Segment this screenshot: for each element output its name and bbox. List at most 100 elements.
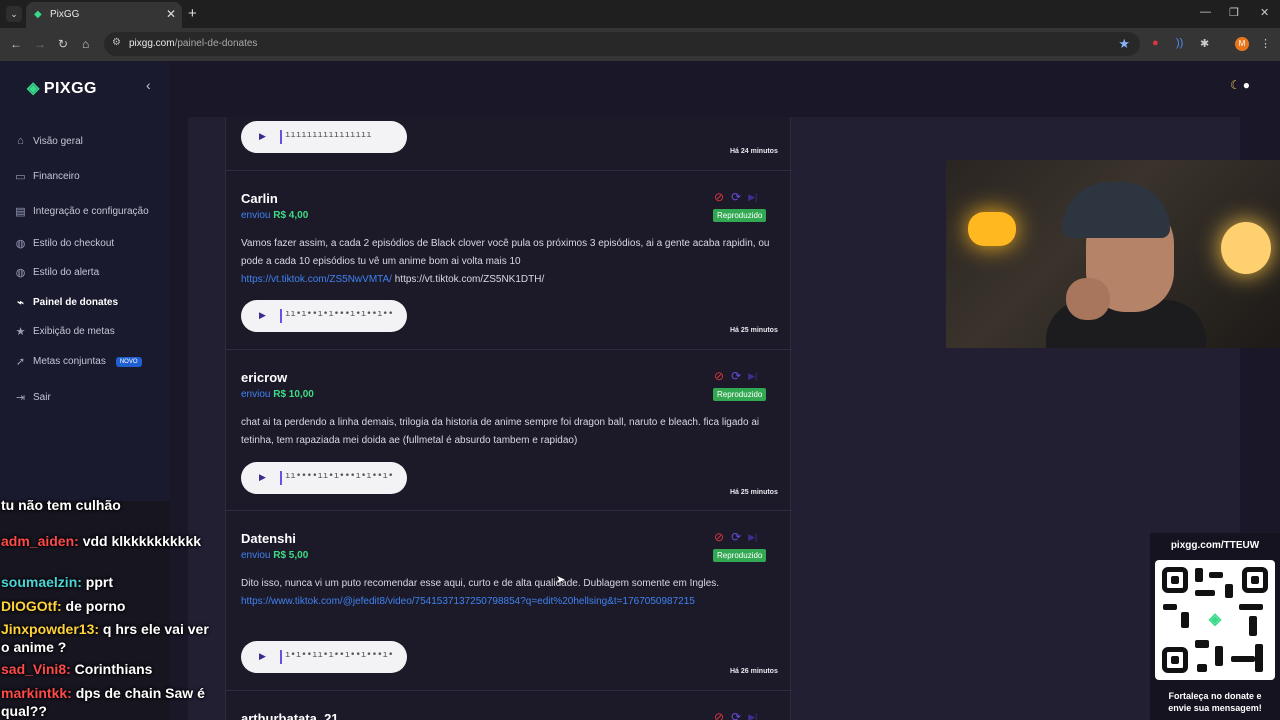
audio-player[interactable]: ▶ ıı••••ıı•ı•••ı•ı••ı•	[241, 462, 407, 494]
status-badge: Reproduzido	[713, 388, 767, 401]
qr-finder	[1162, 647, 1188, 673]
back-icon[interactable]: ←	[10, 37, 22, 51]
qr-module	[1215, 646, 1223, 666]
new-tab-icon[interactable]: +	[188, 5, 197, 22]
audio-player[interactable]: ▶ ı•ı••ıı•ı••ı••ı•••ı•	[241, 641, 407, 673]
extension-record-icon[interactable]: ●	[1152, 37, 1159, 49]
streamer-hand	[1066, 278, 1110, 320]
chat-message: markintkk: dps de chain Saw é qual??	[1, 685, 205, 719]
collapse-sidebar-icon[interactable]: ‹	[146, 77, 151, 93]
reload-icon[interactable]: ↻	[58, 37, 68, 51]
play-icon[interactable]: ▶	[259, 131, 266, 142]
theme-toggle[interactable]: ☾ ●	[1230, 78, 1250, 92]
message-link[interactable]: https://vt.tiktok.com/ZS5NwVMTA/	[241, 274, 392, 285]
audio-cursor	[280, 130, 282, 144]
home-icon[interactable]: ⌂	[82, 37, 89, 51]
play-icon[interactable]: ▶	[259, 651, 266, 662]
close-window-icon[interactable]: ✕	[1260, 6, 1269, 19]
donor-name: Carlin	[241, 191, 278, 206]
donate-qr-overlay: pixgg.com/TTEUW ◈ Fortaleça no donate ee…	[1150, 533, 1280, 720]
block-icon[interactable]: ⊘	[714, 369, 724, 383]
donor-name: arthurbatata_21	[241, 711, 339, 720]
sidebar-item-estilo-alerta[interactable]: ◍ Estilo do alerta	[14, 266, 99, 279]
replay-icon[interactable]: ⟳	[731, 530, 741, 544]
play-icon[interactable]: ▶	[259, 310, 266, 321]
donation-amount: enviou R$ 5,00	[241, 550, 309, 561]
browser-tab-bar: ⌄ ◆ PixGG ✕ + — ❐ ✕	[0, 0, 1280, 28]
browser-tab[interactable]: ◆ PixGG ✕	[26, 2, 182, 28]
skip-icon[interactable]: ▶|	[748, 192, 757, 203]
play-icon[interactable]: ▶	[259, 472, 266, 483]
donor-name: ericrow	[241, 370, 288, 385]
donation-card: Datenshi enviou R$ 5,00 ⊘ ⟳ ▶| Reproduzi…	[226, 511, 792, 691]
close-tab-icon[interactable]: ✕	[166, 7, 176, 21]
status-badge: Reproduzido	[713, 209, 767, 222]
browser-menu-icon[interactable]: ⋮	[1260, 37, 1271, 50]
message-link[interactable]: https://www.tiktok.com/@jefedit8/video/7…	[241, 596, 695, 607]
donations-list: ▶ ıııııııııııııııı Há 24 minutos Carlin …	[225, 117, 792, 720]
audio-cursor	[280, 309, 282, 323]
donation-actions: ⊘ ⟳ ▶|	[714, 710, 757, 720]
audio-player[interactable]: ▶ ıııııııııııııııı	[241, 121, 407, 153]
url-text: pixgg.com/painel-de-donates	[129, 38, 258, 49]
sidebar-item-visao-geral[interactable]: ⌂ Visão geral	[14, 135, 83, 147]
bookmark-star-icon[interactable]: ★	[1118, 36, 1130, 52]
donation-card: ▶ ıııııııııııııııı Há 24 minutos	[226, 61, 792, 171]
sidebar-item-integracao[interactable]: ▤ Integração e configuração	[14, 205, 148, 218]
skip-icon[interactable]: ▶|	[748, 371, 757, 382]
donation-time: Há 25 minutos	[730, 489, 778, 496]
block-icon[interactable]: ⊘	[714, 710, 724, 720]
sidebar-item-financeiro[interactable]: ▭ Financeiro	[14, 170, 79, 183]
audio-player[interactable]: ▶ ıı•ı••ı•ı•••ı•ı••ı••	[241, 300, 407, 332]
streamer-cap	[1062, 182, 1170, 238]
forward-icon[interactable]: →	[34, 37, 46, 51]
donation-actions: ⊘ ⟳ ▶|	[714, 530, 757, 544]
restore-icon[interactable]: ❐	[1229, 6, 1239, 19]
donation-message: chat ai ta perdendo a linha demais, tril…	[241, 417, 760, 446]
sidebar-item-exibicao-metas[interactable]: ★ Exibição de metas	[14, 325, 115, 338]
site-info-icon[interactable]: ⚙	[112, 37, 121, 48]
star-icon: ★	[15, 326, 26, 338]
sidebar-item-metas-conjuntas[interactable]: ➚ Metas conjuntas NOVO	[14, 355, 142, 368]
extension-audio-icon[interactable]: ))	[1176, 37, 1183, 49]
palette-icon: ◍	[15, 267, 26, 279]
waveform: ıııııııııııııııı	[285, 130, 372, 140]
qr-module	[1231, 656, 1255, 662]
waveform: ı•ı••ıı•ı••ı••ı•••ı•	[285, 650, 394, 660]
broom-icon: ⌁	[17, 297, 24, 309]
block-icon[interactable]: ⊘	[714, 530, 724, 544]
donation-time: Há 25 minutos	[730, 327, 778, 334]
minimize-icon[interactable]: —	[1200, 6, 1211, 18]
qr-module	[1195, 590, 1215, 596]
sidebar: ◈ PIXGG ‹ ⌂ Visão geral ▭ Financeiro ▤ Integ…	[0, 61, 170, 501]
qr-code: ◈	[1155, 560, 1275, 680]
replay-icon[interactable]: ⟳	[731, 710, 741, 720]
skip-icon[interactable]: ▶|	[748, 712, 757, 720]
chat-message: tu não tem culhão	[1, 497, 121, 513]
qr-module	[1195, 568, 1203, 582]
waveform: ıı••••ıı•ı•••ı•ı••ı•	[285, 471, 394, 481]
replay-icon[interactable]: ⟳	[731, 369, 741, 383]
chat-message: adm_aiden: vdd klkkkkkkkkkk	[1, 533, 202, 549]
profile-avatar[interactable]: M	[1235, 37, 1249, 51]
chat-message: DIOGOtf: de porno	[1, 598, 126, 614]
qr-module	[1225, 584, 1233, 598]
sidebar-item-sair[interactable]: ⇥ Sair	[14, 391, 51, 404]
chat-message: soumaelzin: pprt	[1, 574, 114, 590]
donation-card: ericrow enviou R$ 10,00 ⊘ ⟳ ▶| Reproduzi…	[226, 350, 792, 511]
sidebar-item-estilo-checkout[interactable]: ◍ Estilo do checkout	[14, 237, 114, 250]
skip-icon[interactable]: ▶|	[748, 532, 757, 543]
donation-card: Carlin enviou R$ 4,00 ⊘ ⟳ ▶| Reproduzido…	[226, 171, 792, 350]
mouse-cursor-icon: ➤	[556, 574, 566, 586]
pixgg-logo[interactable]: ◈ PIXGG	[27, 78, 97, 98]
extensions-puzzle-icon[interactable]: ✱	[1200, 37, 1209, 50]
home-icon: ⌂	[17, 135, 24, 147]
pixgg-logo-icon: ◈	[1204, 610, 1226, 630]
replay-icon[interactable]: ⟳	[731, 190, 741, 204]
qr-module	[1239, 604, 1263, 610]
block-icon[interactable]: ⊘	[714, 190, 724, 204]
donation-actions: ⊘ ⟳ ▶|	[714, 190, 757, 204]
sidebar-item-painel-donates[interactable]: ⌁ Painel de donates	[14, 296, 118, 309]
tab-search-icon[interactable]: ⌄	[6, 6, 22, 22]
url-field[interactable]: ⚙ pixgg.com/painel-de-donates ★	[104, 32, 1140, 56]
